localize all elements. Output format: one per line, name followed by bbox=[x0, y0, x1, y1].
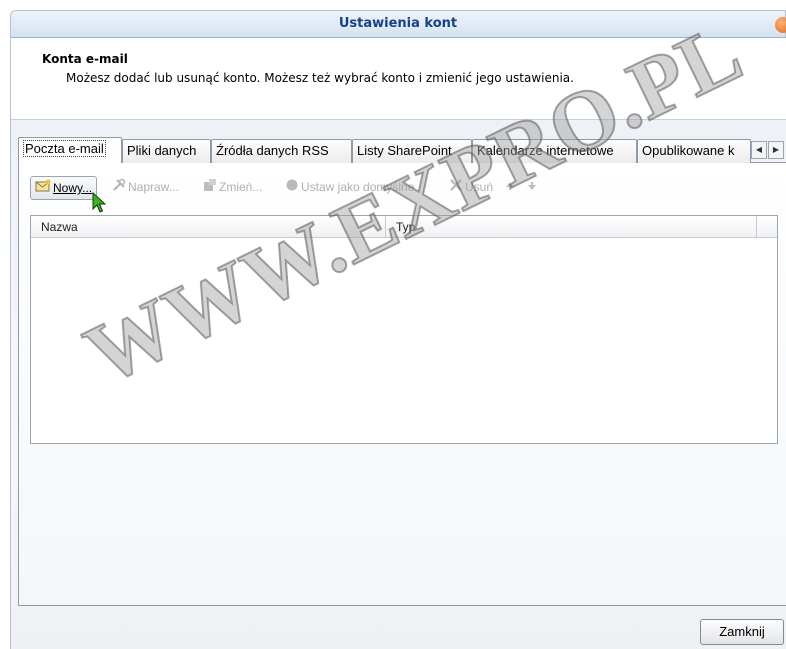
arrow-up-icon bbox=[505, 177, 515, 199]
move-up-button[interactable] bbox=[505, 176, 517, 200]
arrow-down-icon bbox=[527, 177, 537, 199]
tab-zrodla-rss[interactable]: Źródła danych RSS bbox=[211, 139, 352, 163]
default-dot-icon bbox=[285, 177, 299, 199]
move-down-button[interactable] bbox=[527, 176, 539, 200]
tab-strip: Poczta e-mail Pliki danych Źródła danych… bbox=[18, 137, 786, 163]
title-bar: Ustawienia kont bbox=[10, 10, 786, 38]
column-header-name[interactable]: Nazwa bbox=[31, 216, 386, 238]
mouse-cursor-icon bbox=[92, 192, 106, 213]
accounts-list[interactable]: Nazwa Typ bbox=[30, 215, 778, 444]
new-account-button[interactable]: Nowy... bbox=[30, 176, 98, 200]
account-toolbar: Nowy... Napraw... Zmień... Ustaw jako do… bbox=[30, 176, 590, 200]
tools-icon bbox=[112, 177, 126, 199]
tab-scroll-right-icon[interactable]: ▶ bbox=[768, 141, 784, 159]
edit-icon bbox=[203, 177, 217, 199]
delete-x-icon bbox=[449, 177, 463, 199]
section-title: Konta e-mail bbox=[42, 52, 128, 66]
list-header: Nazwa Typ bbox=[31, 216, 777, 238]
tab-opublikowane[interactable]: Opublikowane k bbox=[637, 139, 751, 163]
repair-account-button[interactable]: Napraw... bbox=[112, 176, 179, 200]
set-default-button[interactable]: Ustaw jako domyślne bbox=[285, 176, 414, 200]
close-button[interactable]: Zamknij bbox=[700, 619, 784, 645]
tab-pliki-danych[interactable]: Pliki danych bbox=[122, 139, 211, 163]
tab-poczta-email[interactable]: Poczta e-mail bbox=[18, 137, 122, 163]
column-header-type[interactable]: Typ bbox=[386, 216, 757, 238]
tab-scroll-left-icon[interactable]: ◀ bbox=[751, 141, 767, 159]
close-window-icon[interactable] bbox=[775, 17, 786, 33]
new-mail-icon bbox=[35, 178, 51, 200]
header-panel: Konta e-mail Możesz dodać lub usunąć kon… bbox=[10, 38, 786, 120]
tab-listy-sharepoint[interactable]: Listy SharePoint bbox=[352, 139, 472, 163]
window-title: Ustawienia kont bbox=[338, 16, 458, 31]
change-account-button[interactable]: Zmień... bbox=[203, 176, 262, 200]
delete-account-button[interactable]: Usuń bbox=[449, 176, 493, 200]
section-description: Możesz dodać lub usunąć konto. Możesz te… bbox=[66, 71, 574, 85]
tab-kalendarze-internetowe[interactable]: Kalendarze internetowe bbox=[472, 139, 637, 163]
